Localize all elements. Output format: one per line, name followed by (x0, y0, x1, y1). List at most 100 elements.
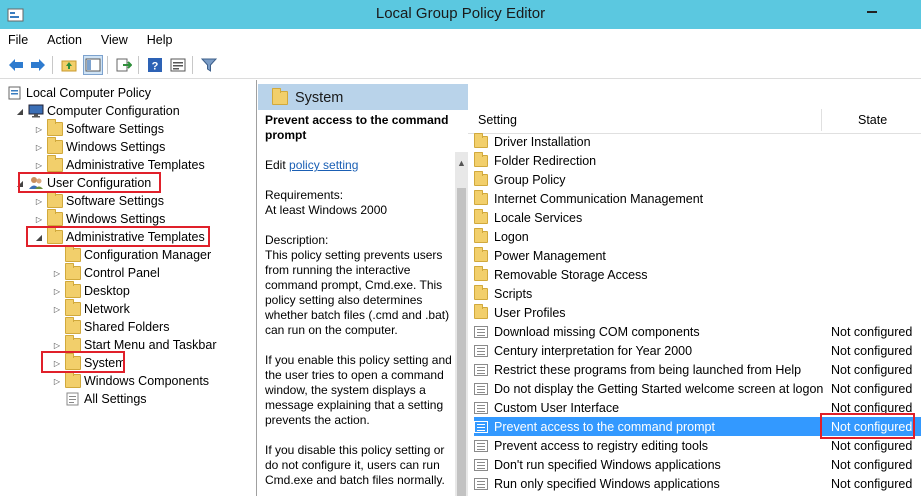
requirements-value: At least Windows 2000 (265, 203, 388, 217)
folder-row[interactable]: Group Policy (474, 170, 921, 189)
setting-name: Restrict these programs from being launc… (494, 362, 802, 377)
policy-title: Prevent access to the command prompt (265, 113, 449, 142)
menu-file[interactable]: File (8, 33, 28, 47)
filter-icon[interactable] (199, 55, 219, 75)
menu-help[interactable]: Help (147, 33, 173, 47)
tree-item[interactable]: ▷ Software Settings (34, 191, 164, 210)
folder-row[interactable]: Scripts (474, 284, 921, 303)
collapsed-arrow-icon[interactable]: ▷ (52, 305, 62, 314)
toolbar: ? (0, 51, 921, 79)
setting-name: Power Management (494, 248, 606, 263)
policy-row[interactable]: Run only specified Windows applications N… (474, 474, 921, 493)
tree-item[interactable]: Configuration Manager (52, 245, 211, 264)
tree-item-label: Software Settings (66, 122, 164, 136)
folder-icon (474, 284, 488, 300)
menu-view[interactable]: View (101, 33, 128, 47)
folder-row[interactable]: Internet Communication Management (474, 189, 921, 208)
policy-description: Prevent access to the command prompt Edi… (265, 113, 455, 496)
folder-icon (65, 299, 81, 316)
minimize-button[interactable] (858, 0, 886, 20)
tree-item[interactable]: Shared Folders (52, 317, 169, 336)
help-icon[interactable]: ? (145, 55, 165, 75)
collapsed-arrow-icon[interactable]: ▷ (34, 161, 44, 170)
tree-item[interactable]: ▷ Network (52, 299, 130, 318)
tree-item[interactable]: All Settings (52, 390, 147, 408)
menu-action[interactable]: Action (47, 33, 82, 47)
policy-setting-icon (474, 458, 488, 471)
folder-row[interactable]: Driver Installation (474, 132, 921, 151)
folder-row[interactable]: Power Management (474, 246, 921, 265)
tree-item[interactable]: ▷ Software Settings (34, 119, 164, 138)
description-scrollbar[interactable]: ▲ (455, 152, 468, 496)
folder-row[interactable]: Removable Storage Access (474, 265, 921, 284)
collapsed-arrow-icon[interactable]: ▷ (34, 143, 44, 152)
edit-policy-link[interactable]: policy setting (289, 158, 358, 172)
folder-icon (474, 208, 488, 224)
policy-setting-icon (474, 363, 488, 376)
tree-item-label: Windows Settings (66, 212, 166, 226)
setting-name: Scripts (494, 286, 533, 301)
setting-state: Not configured (831, 381, 913, 396)
policy-row[interactable]: Restrict these programs from being launc… (474, 360, 921, 379)
collapsed-arrow-icon[interactable]: ▷ (52, 287, 62, 296)
tree-item[interactable]: ▷ Windows Components (52, 371, 210, 390)
menu-bar: File Action View Help (0, 29, 921, 51)
folder-row[interactable]: Folder Redirection (474, 151, 921, 170)
setting-name: Logon (494, 229, 529, 244)
folder-icon (65, 335, 81, 352)
policy-row[interactable]: Download missing COM components Not confi… (474, 322, 921, 341)
folder-row[interactable]: Logon (474, 227, 921, 246)
back-icon[interactable] (6, 55, 26, 75)
policy-row[interactable]: Do not display the Getting Started welco… (474, 379, 921, 398)
description-panel: System Prevent access to the command pro… (258, 80, 468, 496)
collapsed-arrow-icon[interactable]: ▷ (52, 377, 62, 386)
column-setting[interactable]: Setting (478, 113, 517, 127)
setting-name: Run only specified Windows applications (494, 476, 720, 491)
collapsed-arrow-icon[interactable]: ▷ (34, 125, 44, 134)
folder-icon (474, 132, 488, 148)
tree-item[interactable]: ▷ Control Panel (52, 263, 160, 282)
export-list-icon[interactable] (114, 55, 134, 75)
collapsed-arrow-icon[interactable]: ▷ (52, 269, 62, 278)
policy-setting-icon (474, 344, 488, 357)
folder-icon (474, 246, 488, 262)
tree-item-label: Computer Configuration (47, 104, 180, 118)
folder-row[interactable]: User Profiles (474, 303, 921, 322)
tree-item-label: All Settings (84, 392, 147, 406)
folder-icon (474, 265, 488, 281)
scroll-thumb[interactable] (457, 188, 466, 496)
forward-icon[interactable] (28, 55, 48, 75)
scroll-up-icon[interactable]: ▲ (457, 158, 466, 168)
policy-row[interactable]: Prevent access to registry editing tools… (474, 436, 921, 455)
policy-setting-icon (474, 325, 488, 338)
setting-name: Internet Communication Management (494, 191, 704, 206)
show-hide-tree-icon[interactable] (83, 55, 103, 75)
tree-pane: Local Computer Policy ◢ Computer Configura… (0, 80, 257, 496)
properties-icon[interactable] (168, 55, 188, 75)
tree-item-label: Windows Components (84, 374, 210, 388)
collapsed-arrow-icon[interactable]: ▷ (52, 341, 62, 350)
policy-row[interactable]: Don't run specified Windows applications… (474, 455, 921, 474)
collapsed-arrow-icon[interactable]: ▷ (34, 215, 44, 224)
folder-icon (47, 209, 63, 226)
folder-icon (47, 155, 63, 172)
folder-icon (474, 151, 488, 167)
folder-icon (65, 281, 81, 298)
expanded-arrow-icon[interactable]: ◢ (15, 107, 25, 116)
folder-icon (47, 191, 63, 208)
up-folder-icon[interactable] (59, 55, 79, 75)
tree-item[interactable]: ◢ Computer Configuration (15, 102, 180, 120)
panel-title: System (295, 90, 344, 106)
collapsed-arrow-icon[interactable]: ▷ (34, 197, 44, 206)
tree-item[interactable]: ▷ Windows Settings (34, 137, 165, 156)
policy-row[interactable]: Century interpretation for Year 2000 Not … (474, 341, 921, 360)
disable-text: If you disable this policy setting or do… (265, 443, 445, 487)
setting-name: User Profiles (494, 305, 566, 320)
computer-icon (28, 104, 44, 118)
policy-setting-icon (474, 477, 488, 490)
folder-row[interactable]: Locale Services (474, 208, 921, 227)
setting-state: Not configured (831, 476, 913, 491)
column-state[interactable]: State (858, 113, 887, 127)
tree-item[interactable]: ▷ Desktop (52, 281, 130, 300)
tree-item[interactable]: Local Computer Policy (7, 84, 151, 102)
